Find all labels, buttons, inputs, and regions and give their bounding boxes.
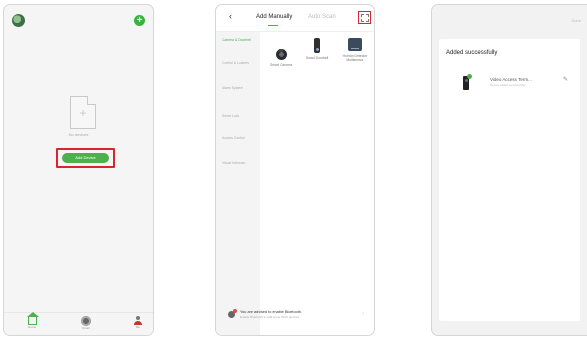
bluetooth-title: You are advised to enable Bluetooth. <box>240 310 302 314</box>
tab-auto-scan[interactable]: Auto Scan <box>308 14 336 20</box>
tab-me-label: Me <box>135 325 141 329</box>
empty-document-icon: + <box>70 96 96 129</box>
add-plus-icon[interactable]: + <box>134 15 145 26</box>
tab-smart-label: Smart <box>81 326 90 330</box>
device-name: Video Access Term... <box>490 77 532 82</box>
gateway-icon <box>348 38 362 51</box>
empty-state-text: No devices <box>68 132 89 137</box>
category-item[interactable]: Visual Intercom <box>222 161 256 166</box>
bluetooth-subtitle: Enable Bluetooth to add some Wi-Fi devic… <box>240 315 300 319</box>
tab-add-manually[interactable]: Add Manually <box>256 14 292 20</box>
tab-home[interactable]: Home <box>20 312 44 329</box>
device-smart-camera[interactable]: Smart Camera <box>266 38 296 67</box>
device-label: Smart Camera <box>269 63 293 67</box>
category-item[interactable]: Alarm System <box>222 86 256 91</box>
tab-home-label: Home <box>27 325 36 329</box>
me-icon <box>133 316 143 325</box>
bluetooth-notice[interactable]: You are advised to enable Bluetooth. Ena… <box>223 307 367 323</box>
result-card: Added successfully Video Access Term... … <box>439 39 580 321</box>
device-multisensor[interactable]: Human Detector Multisensor <box>340 38 370 62</box>
camera-icon <box>275 49 287 60</box>
device-status: Device added successfully <box>490 83 526 87</box>
home-icon <box>26 312 39 325</box>
back-icon[interactable]: ‹ <box>229 12 232 21</box>
page-title: Added successfully <box>446 50 498 56</box>
device-smart-doorbell[interactable]: Smart Doorbell <box>302 38 332 60</box>
bluetooth-icon <box>228 309 237 318</box>
doorbell-icon <box>314 38 320 53</box>
category-item[interactable]: Smart Lock <box>222 114 256 119</box>
status-dot-icon <box>467 74 472 79</box>
highlight-box: Add Device <box>56 148 115 168</box>
active-tab-indicator <box>268 25 278 26</box>
close-icon[interactable]: › <box>362 311 364 317</box>
header: ‹ Add Manually Auto Scan <box>216 5 374 32</box>
device-label: Human Detector Multisensor <box>342 54 368 62</box>
highlight-box <box>358 11 371 24</box>
done-button[interactable]: Done <box>571 18 581 23</box>
category-item[interactable]: Access Control <box>222 136 256 141</box>
home-avatar-icon[interactable] <box>12 14 25 27</box>
bottom-tab-bar: Home Smart Me <box>4 312 153 335</box>
category-item[interactable]: Control & Lockers <box>222 61 256 66</box>
category-item[interactable]: Camera & Doorbell <box>222 38 256 43</box>
tab-me[interactable]: Me <box>126 316 150 329</box>
add-device-button[interactable]: Add Device <box>62 153 109 163</box>
top-bar: + <box>4 5 153 35</box>
phone-add-device-screen: ‹ Add Manually Auto Scan Camera & Doorbe… <box>215 4 375 336</box>
smart-icon <box>81 316 91 326</box>
device-label: Smart Doorbell <box>305 56 329 60</box>
category-sidebar: Camera & Doorbell Control & Lockers Alar… <box>216 32 260 335</box>
scan-icon[interactable] <box>361 14 369 22</box>
edit-icon[interactable]: ✎ <box>563 77 568 83</box>
tab-smart[interactable]: Smart <box>74 316 98 330</box>
phone-added-screen: Done Added successfully Video Access Ter… <box>431 4 587 336</box>
phone-home-screen: + + No devices Add Device Home Smart Me <box>3 4 154 336</box>
